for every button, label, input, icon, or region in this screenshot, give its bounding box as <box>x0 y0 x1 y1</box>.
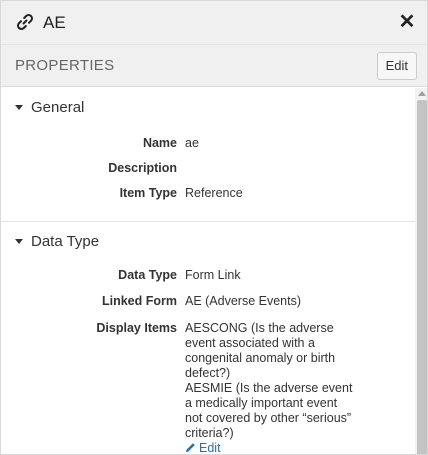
pencil-icon <box>185 443 195 453</box>
vertical-scrollbar[interactable] <box>415 88 427 454</box>
display-item-line: AESCONG (Is the adverse <box>185 321 334 335</box>
section-data-type-toggle[interactable]: Data Type <box>15 233 99 250</box>
caret-down-icon <box>15 104 23 110</box>
section-data-type-label: Data Type <box>31 233 100 250</box>
data-type-value: Form Link <box>185 268 241 282</box>
name-value: ae <box>185 136 199 150</box>
display-item-line: defect?) <box>185 366 231 380</box>
properties-label: PROPERTIES <box>15 57 115 74</box>
section-divider <box>1 221 415 222</box>
display-item-line: AESMIE (Is the adverse event <box>185 381 353 395</box>
display-item-line: congenital anomaly or birth <box>185 351 336 365</box>
name-label: Name <box>142 136 177 150</box>
data-type-label: Data Type <box>118 268 177 282</box>
item-type-value: Reference <box>185 186 243 200</box>
display-items-value: AESCONG (Is the adverse event associated… <box>185 321 355 455</box>
display-item-line: criteria?) <box>185 426 234 440</box>
item-type-label: Item Type <box>119 186 177 200</box>
section-general-label: General <box>31 99 85 116</box>
edit-display-items-link[interactable]: Edit <box>185 441 221 455</box>
linked-form-label: Linked Form <box>101 294 177 308</box>
section-general-toggle[interactable]: General <box>15 99 84 116</box>
description-label: Description <box>108 161 177 175</box>
panel-header: AE ✕ <box>1 1 427 45</box>
linked-form-value: AE (Adverse Events) <box>185 294 302 308</box>
properties-panel: AE ✕ PROPERTIES Edit General Name ae Des… <box>0 0 428 455</box>
display-item-line: event associated with a <box>185 336 315 350</box>
close-icon[interactable]: ✕ <box>397 11 417 33</box>
panel-title: AE <box>43 13 66 32</box>
display-item-line: a medically important event <box>185 396 338 410</box>
display-item-line: not covered by other “serious” <box>185 411 352 425</box>
edit-button[interactable]: Edit <box>376 52 417 80</box>
link-icon <box>15 12 35 32</box>
caret-down-icon <box>15 238 23 244</box>
display-items-label: Display Items <box>96 321 177 335</box>
scroll-up-icon[interactable] <box>418 91 426 96</box>
scrollbar-thumb[interactable] <box>417 100 427 454</box>
properties-content: General Name ae Description Item Type Re… <box>1 88 415 455</box>
properties-toolbar: PROPERTIES Edit <box>1 45 427 87</box>
edit-link-label: Edit <box>199 441 221 455</box>
